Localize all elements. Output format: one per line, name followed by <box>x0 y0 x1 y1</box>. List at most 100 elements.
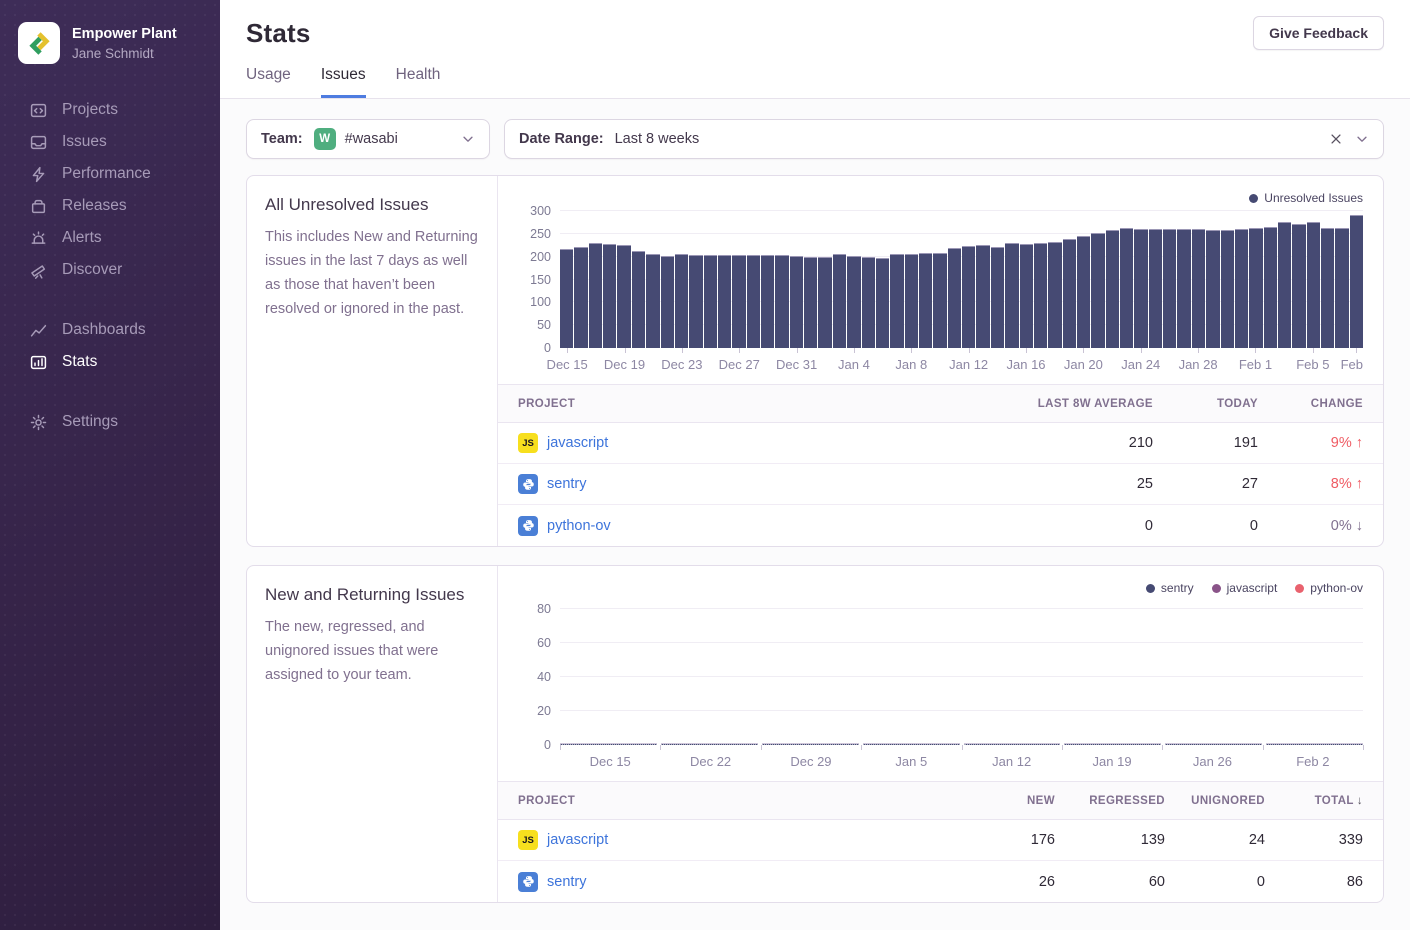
x-tick <box>660 745 661 750</box>
sidebar-item-dashboards[interactable]: Dashboards <box>0 314 220 346</box>
column-header-regressed[interactable]: REGRESSED <box>1055 795 1165 807</box>
value-cell: 139 <box>1055 832 1165 848</box>
team-select[interactable]: Team: W #wasabi <box>246 119 490 159</box>
change-cell: 9%↑ <box>1258 435 1363 451</box>
date-range-select[interactable]: Date Range: Last 8 weeks <box>504 119 1384 159</box>
project-link-sentry[interactable]: sentry <box>547 476 587 492</box>
project-link-sentry[interactable]: sentry <box>547 874 587 890</box>
y-tick-label: 60 <box>537 636 551 650</box>
value-cell: 339 <box>1265 832 1363 848</box>
legend-item-javascript[interactable]: javascript <box>1212 581 1278 595</box>
panel-description-column: All Unresolved Issues This includes New … <box>247 176 498 546</box>
column-header-today[interactable]: TODAY <box>1153 398 1258 410</box>
x-tick <box>567 348 568 353</box>
bar <box>1321 228 1334 348</box>
x-tick-label: Feb 1 <box>1239 357 1272 372</box>
value-cell: 60 <box>1055 874 1165 890</box>
panel-all-unresolved-issues: All Unresolved Issues This includes New … <box>246 175 1384 547</box>
bar <box>704 255 717 348</box>
x-tick <box>797 348 798 353</box>
x-tick <box>854 348 855 353</box>
value-cell: 27 <box>1153 476 1258 492</box>
team-avatar: W <box>314 128 336 150</box>
legend-label: sentry <box>1161 581 1194 595</box>
project-cell: JSjavascript <box>518 433 933 453</box>
value-cell: 176 <box>940 832 1055 848</box>
column-header-last-8w-average[interactable]: LAST 8W AVERAGE <box>933 398 1153 410</box>
bar <box>876 258 889 348</box>
panel-title: New and Returning Issues <box>265 585 479 605</box>
y-tick-label: 100 <box>530 295 551 309</box>
bar <box>747 255 760 348</box>
sidebar-item-label: Alerts <box>62 229 102 247</box>
tab-health[interactable]: Health <box>396 66 441 98</box>
sidebar-item-projects[interactable]: Projects <box>0 94 220 126</box>
x-tick-label: Jan 16 <box>1006 357 1045 372</box>
legend-label: python-ov <box>1310 581 1363 595</box>
bar <box>560 249 573 348</box>
unresolved-issues-chart: 050100150200250300Dec 15Dec 19Dec 23Dec … <box>518 207 1363 378</box>
settings-icon <box>30 414 47 431</box>
table-row: sentry2660086 <box>498 861 1383 902</box>
bar <box>761 255 774 348</box>
sidebar-item-label: Issues <box>62 133 107 151</box>
column-header-unignored[interactable]: UNIGNORED <box>1165 795 1265 807</box>
org-switcher[interactable]: Empower Plant Jane Schmidt <box>0 0 220 64</box>
x-tick <box>911 348 912 353</box>
sidebar-item-stats[interactable]: Stats <box>0 346 220 378</box>
x-tick-label: Jan 5 <box>895 754 927 769</box>
bar <box>933 253 946 348</box>
sidebar-item-label: Performance <box>62 165 151 183</box>
legend-dot-icon <box>1295 584 1304 593</box>
x-tick-label: Dec 29 <box>790 754 831 769</box>
panel-description-column: New and Returning Issues The new, regres… <box>247 566 498 902</box>
main: Stats Give Feedback UsageIssuesHealth Te… <box>220 0 1410 930</box>
legend-item-unresolved-issues[interactable]: Unresolved Issues <box>1249 191 1363 205</box>
bar <box>1077 236 1090 348</box>
panel-description: The new, regressed, and unignored issues… <box>265 615 479 687</box>
sidebar-item-discover[interactable]: Discover <box>0 254 220 286</box>
change-value: 9% <box>1331 435 1352 451</box>
table-row: python-ov000%↓ <box>498 505 1383 546</box>
filter-row: Team: W #wasabi Date Range: Last 8 weeks <box>246 119 1384 159</box>
bar <box>1106 230 1119 348</box>
bar <box>661 256 674 348</box>
legend-item-python-ov[interactable]: python-ov <box>1295 581 1363 595</box>
bar <box>1335 228 1348 348</box>
bar <box>574 247 587 348</box>
sidebar-item-performance[interactable]: Performance <box>0 158 220 190</box>
user-name: Jane Schmidt <box>72 46 177 61</box>
legend-item-sentry[interactable]: sentry <box>1146 581 1194 595</box>
legend-dot-icon <box>1249 194 1258 203</box>
column-header-change[interactable]: CHANGE <box>1258 398 1363 410</box>
bar <box>804 257 817 348</box>
sidebar-item-settings[interactable]: Settings <box>0 406 220 438</box>
project-link-javascript[interactable]: javascript <box>547 435 608 451</box>
tab-issues[interactable]: Issues <box>321 66 366 98</box>
project-link-javascript[interactable]: javascript <box>547 832 608 848</box>
column-header-new[interactable]: NEW <box>940 795 1055 807</box>
python-platform-icon <box>518 516 538 536</box>
project-link-python-ov[interactable]: python-ov <box>547 518 611 534</box>
y-tick-label: 50 <box>537 318 551 332</box>
new-returning-issues-table: PROJECTNEWREGRESSEDUNIGNOREDTOTAL↓JSjava… <box>498 781 1383 902</box>
sidebar-item-issues[interactable]: Issues <box>0 126 220 158</box>
bar <box>1163 229 1176 348</box>
table-row: sentry25278%↑ <box>498 464 1383 505</box>
x-tick-label: Feb 5 <box>1296 357 1329 372</box>
give-feedback-button[interactable]: Give Feedback <box>1253 16 1384 50</box>
bar-series-unresolved-issues <box>560 211 1363 348</box>
discover-icon <box>30 262 47 279</box>
x-tick-label: Jan 19 <box>1093 754 1132 769</box>
chevron-down-icon <box>461 132 475 146</box>
clear-icon[interactable] <box>1329 132 1343 146</box>
x-tick <box>969 348 970 353</box>
nav-group: Settings <box>0 406 220 438</box>
sidebar-item-alerts[interactable]: Alerts <box>0 222 220 254</box>
tab-usage[interactable]: Usage <box>246 66 291 98</box>
sidebar-item-releases[interactable]: Releases <box>0 190 220 222</box>
column-header-total[interactable]: TOTAL↓ <box>1265 795 1363 807</box>
x-tick <box>739 348 740 353</box>
bar <box>905 254 918 348</box>
value-cell: 24 <box>1165 832 1265 848</box>
